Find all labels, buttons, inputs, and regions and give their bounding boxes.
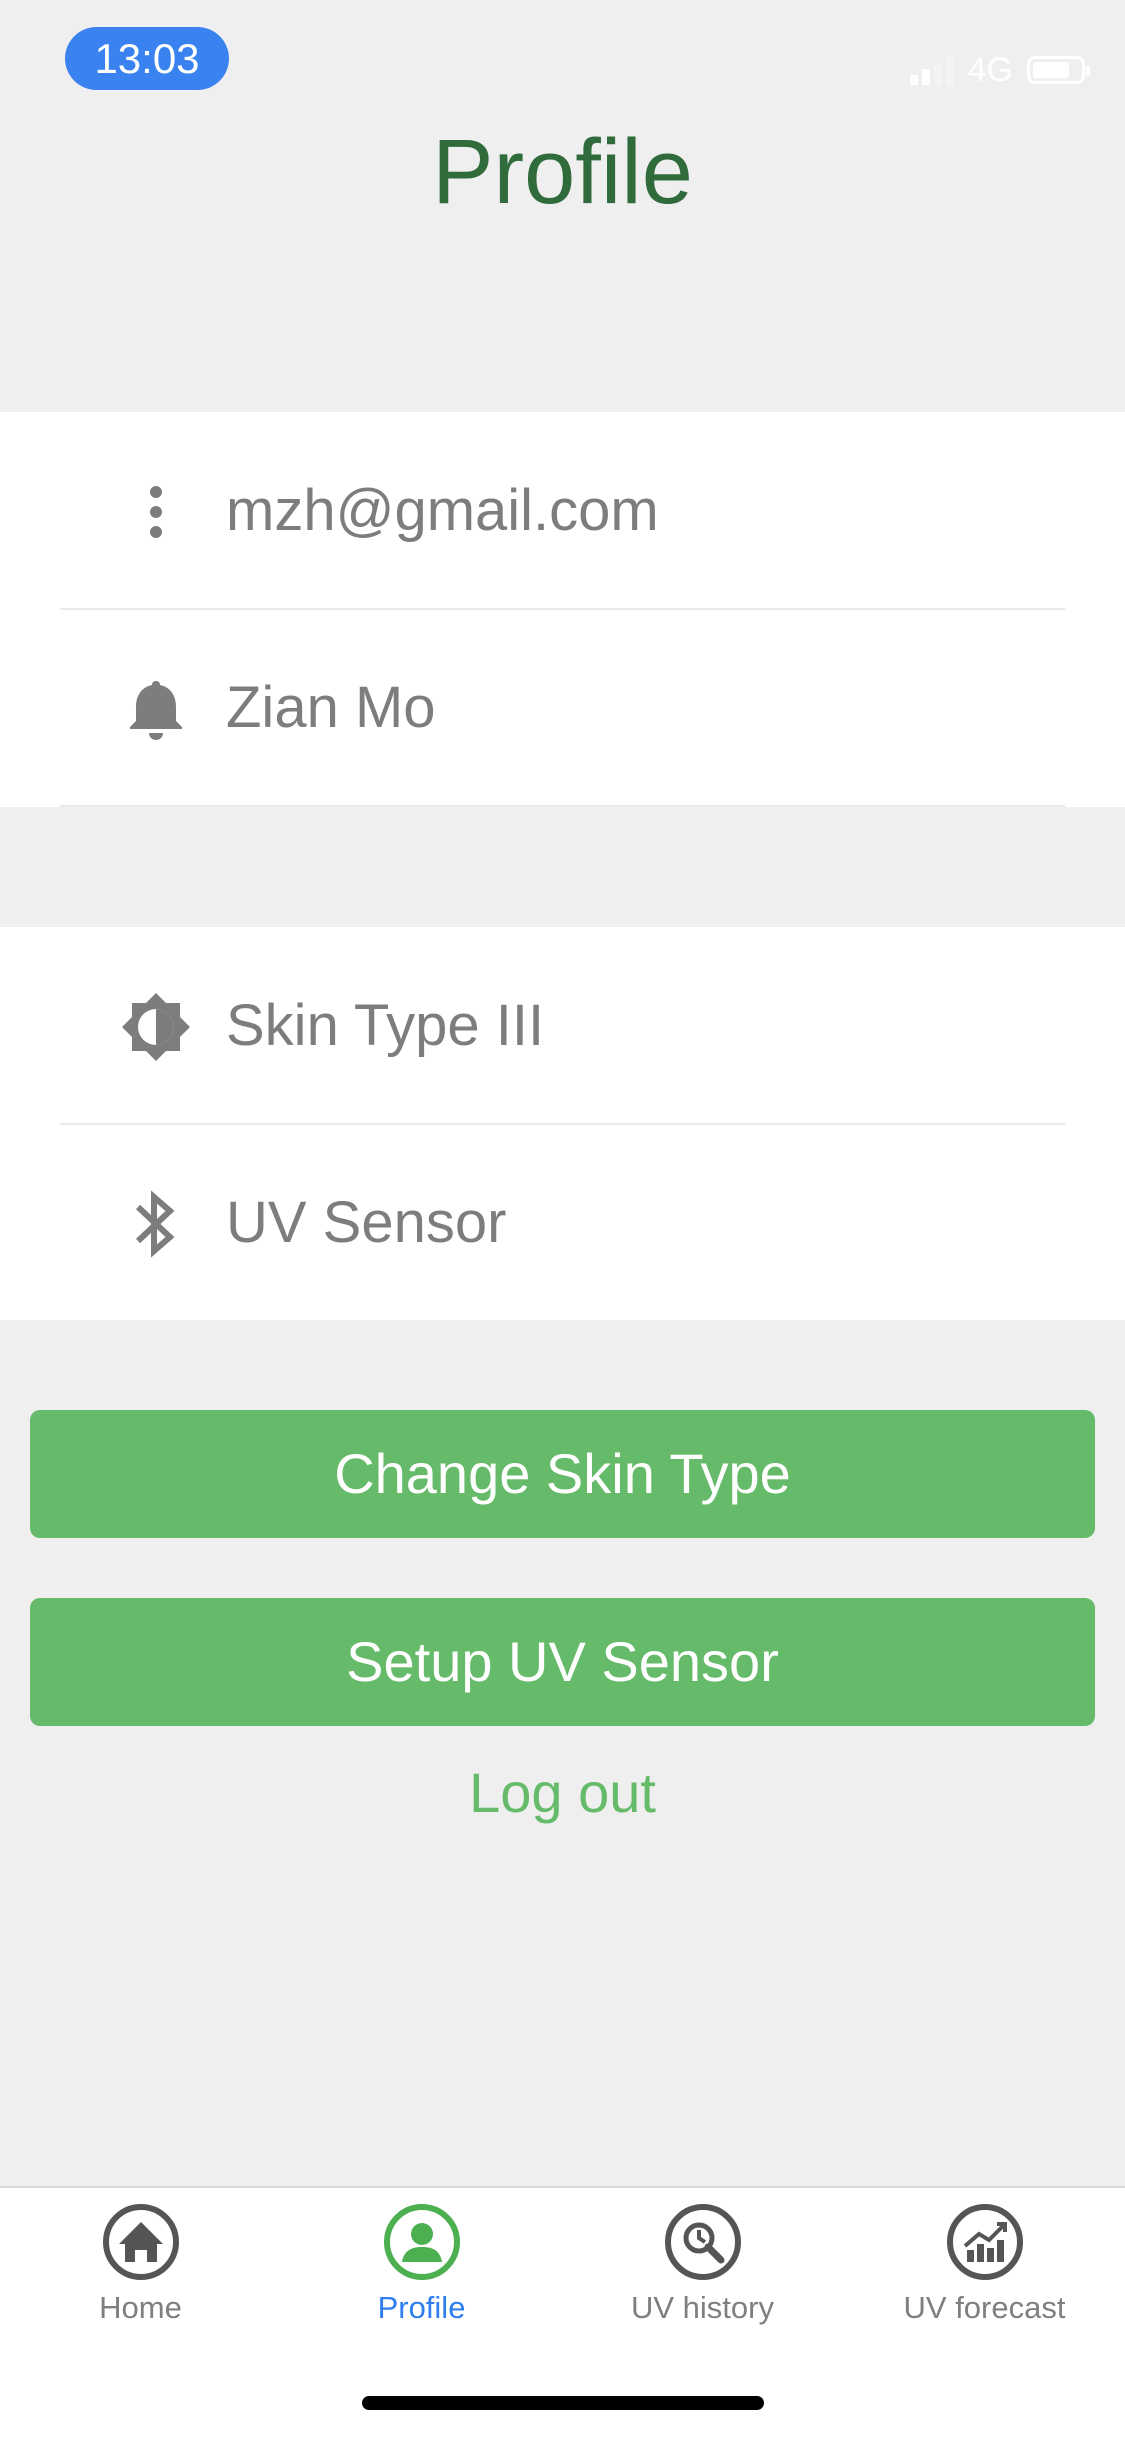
- email-row[interactable]: mzh@gmail.com: [0, 412, 1125, 609]
- account-group: mzh@gmail.com Zian Mo: [0, 412, 1125, 807]
- tab-uv-history-label: UV history: [631, 2290, 774, 2325]
- name-row[interactable]: Zian Mo: [0, 609, 1125, 806]
- network-label: 4G: [967, 50, 1013, 89]
- tab-uv-forecast[interactable]: UV forecast: [844, 2202, 1125, 2326]
- skin-type-row[interactable]: Skin Type III: [0, 927, 1125, 1124]
- home-indicator: [362, 2396, 764, 2410]
- trend-chart-icon: [946, 2204, 1023, 2280]
- divider: [60, 805, 1065, 807]
- tab-home[interactable]: Home: [0, 2202, 281, 2326]
- uv-sensor-label: UV Sensor: [226, 1190, 507, 1255]
- person-icon: [383, 2204, 460, 2280]
- uv-sensor-row[interactable]: UV Sensor: [0, 1124, 1125, 1321]
- tab-home-label: Home: [99, 2290, 182, 2325]
- page-title: Profile: [432, 121, 693, 223]
- change-skin-type-button[interactable]: Change Skin Type: [30, 1410, 1095, 1538]
- email-label: mzh@gmail.com: [226, 478, 659, 543]
- more-vertical-icon: [118, 474, 194, 550]
- signal-icon: [909, 55, 954, 85]
- home-icon: [102, 2204, 179, 2280]
- tab-uv-history[interactable]: UV history: [562, 2202, 843, 2326]
- status-time: 13:03: [65, 27, 229, 90]
- bell-icon: [118, 671, 194, 747]
- logout-link[interactable]: Log out: [0, 1760, 1125, 1825]
- brightness-icon: [118, 989, 194, 1065]
- name-label: Zian Mo: [226, 675, 436, 740]
- setup-uv-sensor-button[interactable]: Setup UV Sensor: [30, 1598, 1095, 1726]
- settings-group: Skin Type III UV Sensor: [0, 927, 1125, 1320]
- history-search-icon: [664, 2204, 741, 2280]
- tab-profile-label: Profile: [377, 2290, 466, 2325]
- bluetooth-icon: [118, 1186, 194, 1262]
- battery-icon: [1027, 56, 1090, 84]
- skin-type-label: Skin Type III: [226, 993, 545, 1058]
- tab-profile[interactable]: Profile: [281, 2202, 562, 2326]
- status-indicators: 4G: [909, 50, 1090, 90]
- tab-uv-forecast-label: UV forecast: [903, 2290, 1066, 2325]
